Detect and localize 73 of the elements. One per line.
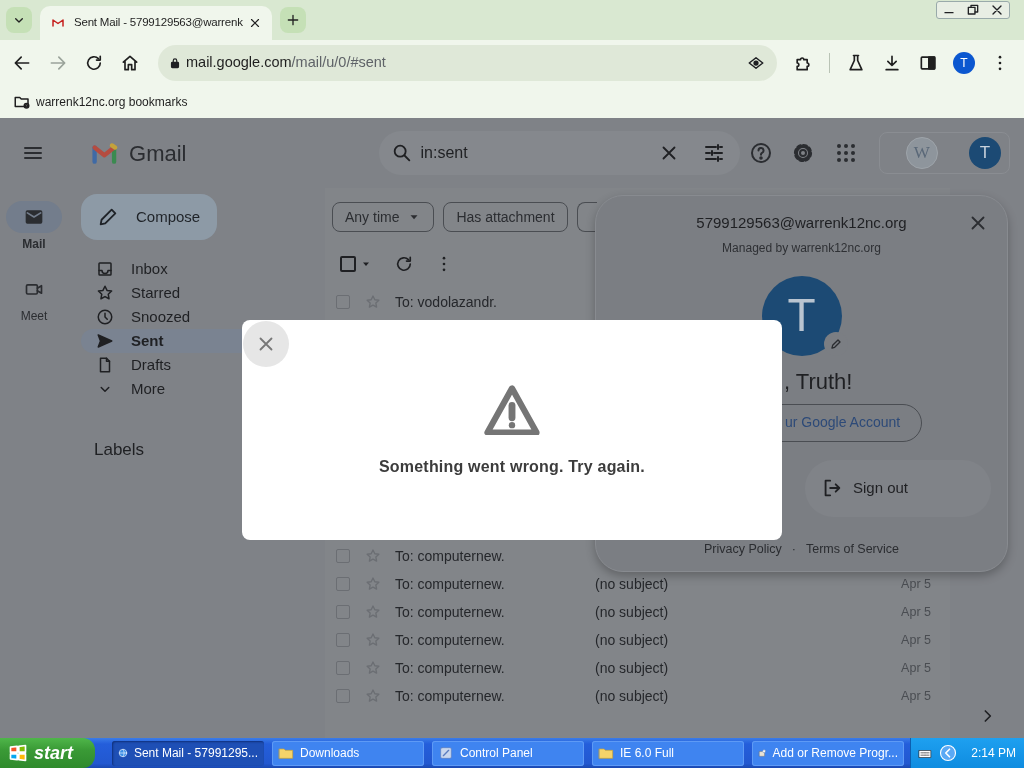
restore-icon[interactable] [965, 2, 981, 18]
close-button[interactable] [243, 321, 289, 367]
recipient: To: computernew. [395, 574, 506, 594]
new-tab-button[interactable] [280, 7, 306, 33]
date: Apr 5 [900, 687, 931, 705]
greeting: , Truth! [784, 367, 853, 396]
address-bar[interactable]: mail.google.com/mail/u/0/#sent [158, 44, 777, 81]
search-bar[interactable]: in:sent [378, 131, 740, 175]
plus-icon [285, 12, 301, 28]
subject: (no subject) [595, 630, 670, 650]
folder-icon [598, 745, 614, 761]
refresh-icon[interactable] [394, 254, 414, 274]
error-message: Something went wrong. Try again. [379, 457, 645, 477]
recipient: To: computernew. [395, 602, 506, 622]
subject: (no subject) [595, 574, 670, 594]
pencil-icon [97, 206, 119, 228]
inbox-icon [96, 260, 114, 278]
tab-list-button[interactable] [6, 7, 32, 33]
profile-avatar[interactable]: T [953, 51, 975, 74]
close-icon[interactable] [248, 16, 262, 30]
rail-item[interactable]: Meet [6, 273, 62, 325]
browser-tab[interactable]: Sent Mail - 5799129563@warrenk [40, 6, 272, 40]
folder-item[interactable]: Starred [81, 281, 325, 305]
subject: (no subject) [595, 602, 670, 622]
recipient: To: computernew. [395, 546, 506, 566]
recipient: To: computernew. [395, 686, 506, 706]
send-icon [96, 332, 114, 350]
mail-icon [24, 207, 44, 227]
folder-icon [278, 745, 294, 761]
compose-button[interactable]: Compose [81, 194, 217, 240]
folder-item[interactable]: Inbox [81, 257, 325, 281]
subject: (no subject) [595, 658, 670, 678]
url-text: mail.google.com/mail/u/0/#sent [186, 52, 387, 72]
clock: 2:14 PM [971, 745, 1016, 762]
filter-chip[interactable]: Has attachment [443, 202, 568, 232]
account-email: 5799129563@warrenk12nc.org [696, 213, 907, 233]
taskbar-button[interactable]: Downloads [272, 740, 424, 766]
folder-item[interactable]: More [81, 377, 325, 401]
search-query: in:sent [420, 143, 469, 163]
date: Apr 5 [900, 631, 931, 649]
clock-icon [96, 308, 114, 326]
taskbar-button[interactable]: Add or Remove Progr... [752, 740, 904, 766]
help-icon[interactable] [749, 141, 774, 165]
sign-out-button[interactable]: Sign out [805, 459, 991, 517]
footer-link[interactable]: Terms of Service [805, 539, 900, 559]
gmail-icon [50, 17, 66, 29]
folder-item[interactable]: Snoozed [81, 305, 325, 329]
separator-dot: · [791, 540, 796, 558]
bookmark-folder[interactable]: warrenk12nc.org bookmarks [32, 92, 192, 111]
recipient: To: computernew. [395, 630, 506, 650]
star-icon [96, 284, 114, 302]
control-panel-icon [438, 745, 454, 761]
taskbar-button[interactable]: IE 6.0 Full [592, 740, 744, 766]
lock-icon [168, 55, 182, 70]
chevron-left-icon[interactable] [939, 744, 957, 763]
date: Apr 5 [900, 659, 931, 677]
start-button[interactable]: start [0, 738, 95, 768]
flask-icon[interactable] [846, 52, 866, 73]
recipient: To: vodolazandr. [395, 292, 498, 312]
app-logo-text: Gmail [129, 139, 187, 168]
managed-by-text: Managed by warrenk12nc.org [722, 239, 881, 257]
taskbar-button[interactable]: Sent Mail - 57991295... [112, 740, 264, 766]
taskbar-button[interactable]: Control Panel [432, 740, 584, 766]
account-avatar[interactable]: T [969, 137, 1001, 169]
folder-item[interactable]: Drafts [81, 353, 325, 377]
date: Apr 5 [900, 575, 931, 593]
filter-dropdown[interactable]: Any time [332, 202, 435, 232]
section-heading: Labels [94, 439, 146, 461]
date: Apr 5 [900, 603, 931, 621]
footer-link[interactable]: Privacy Policy [703, 539, 782, 559]
windows-flag-icon [8, 743, 28, 763]
recipient: To: computernew. [395, 658, 506, 678]
subject: (no subject) [595, 686, 670, 706]
